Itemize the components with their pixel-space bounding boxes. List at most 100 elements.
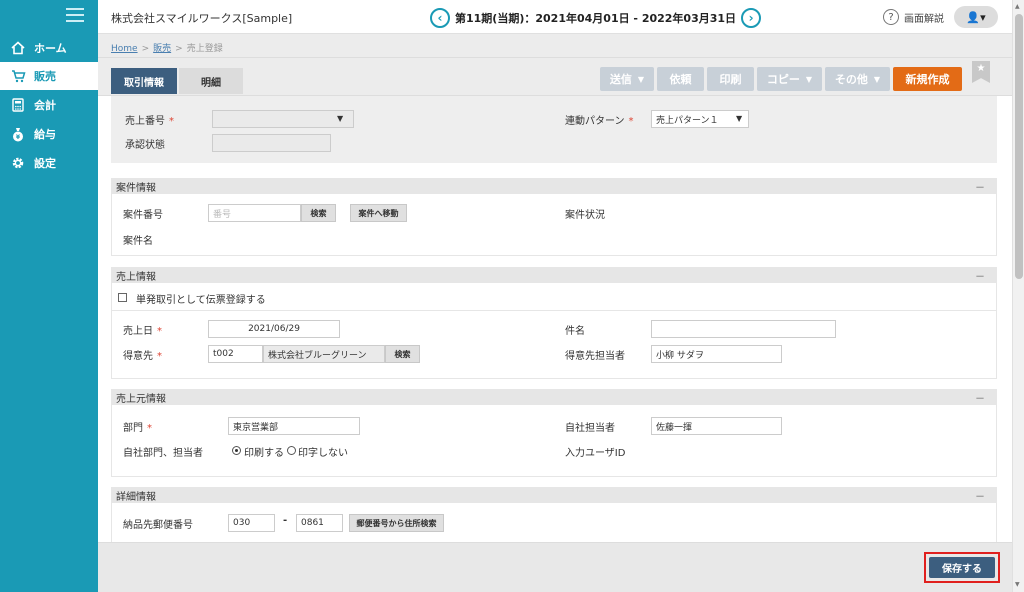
scrollbar-thumb[interactable] [1015, 14, 1023, 279]
link-pattern-label: 連動パターン * [565, 116, 634, 127]
top-form-area [111, 96, 997, 163]
sidebar: ホーム 販売 会計 ¥ 給与 設定 [0, 0, 98, 592]
print-dept-label: 自社部門、担当者 [123, 448, 203, 459]
detail-section-header[interactable]: 詳細情報－ [111, 487, 997, 503]
customer-rep-label: 得意先担当者 [565, 351, 625, 362]
sidebar-item-label: 販売 [34, 70, 56, 83]
money-bag-icon: ¥ [10, 126, 26, 142]
sidebar-item-accounting[interactable]: 会計 [0, 91, 98, 119]
vertical-scrollbar[interactable]: ▲ ▼ [1012, 0, 1024, 592]
sales-date-input[interactable]: 2021/06/29 [208, 320, 340, 338]
source-section-header[interactable]: 売上元情報－ [111, 389, 997, 405]
send-button[interactable]: 送信 ▼ [600, 67, 654, 91]
print-on-label: 印刷する [244, 448, 284, 459]
project-number-label: 案件番号 [123, 210, 163, 221]
sidebar-item-settings[interactable]: 設定 [0, 149, 98, 177]
sidebar-item-label: 設定 [34, 157, 56, 170]
customer-search-button[interactable]: 検索 [385, 345, 420, 363]
single-transaction-label: 単発取引として伝票登録する [136, 295, 266, 306]
customer-name-field: 株式会社ブルーグリーン [263, 345, 385, 363]
section-divider [111, 310, 997, 311]
sidebar-item-label: 給与 [34, 128, 56, 141]
sales-number-select[interactable] [212, 110, 354, 128]
hamburger-menu-icon[interactable] [66, 8, 84, 22]
source-section-body [111, 405, 997, 477]
tab-deal-info[interactable]: 取引情報 [111, 68, 177, 94]
chevron-down-icon: ▼ [873, 74, 881, 84]
cart-icon [10, 68, 26, 84]
approval-status-field [212, 134, 331, 152]
sidebar-item-payroll[interactable]: ¥ 給与 [0, 120, 98, 148]
postal-address-search-button[interactable]: 郵便番号から住所検索 [349, 514, 444, 532]
save-button[interactable]: 保存する [929, 557, 995, 578]
gear-icon [10, 155, 26, 171]
customer-code-input[interactable]: t002 [208, 345, 263, 363]
prev-period-icon[interactable]: ‹ [430, 8, 450, 28]
sidebar-item-home[interactable]: ホーム [0, 34, 98, 62]
scroll-up-icon[interactable]: ▲ [1015, 3, 1020, 10]
scroll-down-icon[interactable]: ▼ [1015, 581, 1020, 588]
customer-label: 得意先 * [123, 351, 162, 362]
sidebar-item-label: ホーム [34, 42, 67, 55]
collapse-icon[interactable]: － [975, 488, 985, 503]
main-content: 売上番号 * ▼ 承認状態 連動パターン * 売上パターン１ ▼ 案件情報－ 案件番… [98, 95, 1012, 542]
company-staff-input[interactable]: 佐藤一揮 [651, 417, 782, 435]
postal-code-part1-input[interactable]: 030 [228, 514, 275, 532]
request-button[interactable]: 依頼 [657, 67, 704, 91]
fiscal-period: ‹ 第11期(当期)：2021年04月01日 - 2022年03月31日 › [430, 8, 762, 28]
save-button-highlight: 保存する [924, 552, 1000, 583]
sales-section-header[interactable]: 売上情報－ [111, 267, 997, 283]
input-user-id-label: 入力ユーザID [565, 448, 626, 459]
chevron-down-icon: ▼ [337, 114, 344, 123]
project-status-label: 案件状況 [565, 210, 605, 221]
calculator-icon [10, 97, 26, 113]
sales-date-label: 売上日 * [123, 326, 162, 337]
question-icon: ? [883, 9, 899, 25]
help-link[interactable]: ? 画面解説 [883, 9, 944, 25]
chevron-down-icon: ▼ [736, 114, 743, 123]
go-to-project-button[interactable]: 案件へ移動 [350, 204, 407, 222]
tab-detail[interactable]: 明細 [179, 68, 243, 94]
home-icon [10, 40, 26, 56]
project-section-header[interactable]: 案件情報－ [111, 178, 997, 194]
postal-code-part2-input[interactable]: 0861 [296, 514, 343, 532]
single-transaction-checkbox[interactable] [118, 293, 127, 302]
user-menu-button[interactable]: 👤▾ [954, 6, 998, 28]
help-label: 画面解説 [904, 13, 944, 25]
company-staff-label: 自社担当者 [565, 423, 615, 434]
project-search-button[interactable]: 検索 [301, 204, 336, 222]
breadcrumb-divider [98, 57, 1012, 58]
print-off-radio[interactable] [287, 446, 296, 455]
other-button[interactable]: その他 ▼ [825, 67, 890, 91]
sidebar-item-label: 会計 [34, 99, 56, 112]
collapse-icon[interactable]: － [975, 390, 985, 405]
breadcrumb-home[interactable]: Home [111, 44, 138, 54]
next-period-icon[interactable]: › [741, 8, 762, 28]
project-number-input[interactable]: 番号 [208, 204, 301, 222]
top-header: 株式会社スマイルワークス[Sample] ‹ 第11期(当期)：2021年04月… [98, 0, 1012, 34]
subject-input[interactable] [651, 320, 836, 338]
chevron-down-icon: ▼ [637, 74, 645, 84]
department-label: 部門 * [123, 423, 152, 434]
customer-rep-input[interactable]: 小柳 サダヲ [651, 345, 782, 363]
print-on-radio[interactable] [232, 446, 241, 455]
sales-number-label: 売上番号 * [125, 116, 174, 127]
bookmark-star-icon[interactable]: ★ [972, 61, 990, 83]
subject-label: 件名 [565, 326, 585, 337]
bottom-action-bar: 保存する [98, 542, 1012, 592]
postal-dash: - [283, 515, 288, 526]
department-input[interactable]: 東京営業部 [228, 417, 360, 435]
breadcrumb-current: 売上登録 [186, 44, 223, 54]
new-create-button[interactable]: 新規作成 [893, 67, 962, 91]
link-pattern-select[interactable]: 売上パターン１ [651, 110, 749, 128]
breadcrumb-sales[interactable]: 販売 [153, 44, 171, 54]
collapse-icon[interactable]: － [975, 179, 985, 194]
collapse-icon[interactable]: － [975, 268, 985, 283]
sidebar-item-sales[interactable]: 販売 [0, 62, 98, 90]
copy-button[interactable]: コピー ▼ [757, 67, 822, 91]
breadcrumb: Home > 販売 > 売上登録 [111, 44, 223, 54]
chevron-down-icon: ▼ [805, 74, 813, 84]
postal-code-label: 納品先郵便番号 [123, 520, 193, 531]
project-name-label: 案件名 [123, 236, 153, 247]
print-button[interactable]: 印刷 [707, 67, 754, 91]
